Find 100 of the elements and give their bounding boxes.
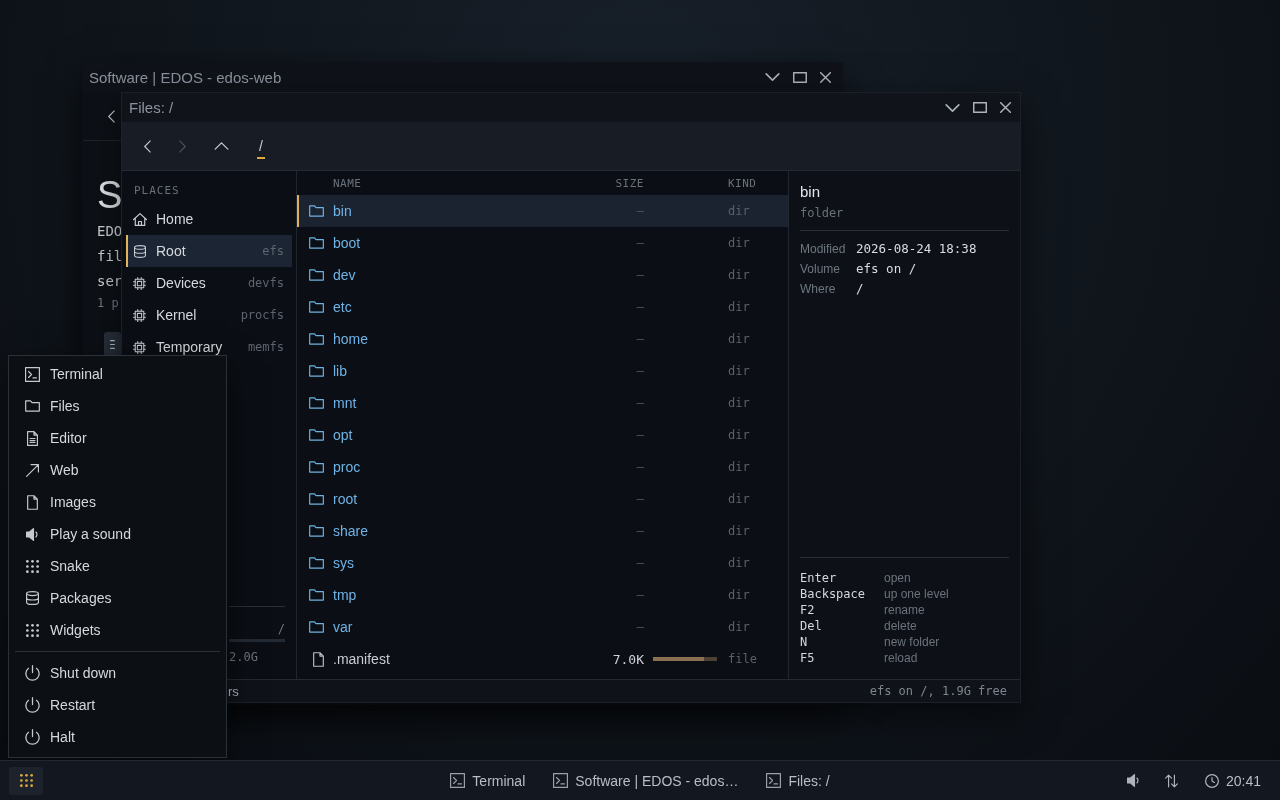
file-row[interactable]: .manifest 7.0K file — [297, 643, 788, 675]
file-row[interactable]: tmp — dir — [297, 579, 788, 611]
size-cell: — — [636, 492, 644, 506]
dots-grid-icon — [19, 774, 33, 787]
terminal-icon — [24, 366, 40, 382]
column-header[interactable]: SIZE — [615, 176, 644, 190]
chevron-down-icon[interactable] — [945, 103, 960, 112]
database-icon — [133, 244, 146, 258]
size-cell: — — [636, 588, 644, 602]
menu-item[interactable]: Terminal — [9, 358, 226, 390]
folder-icon — [309, 301, 324, 313]
file-row[interactable]: dev — dir — [297, 259, 788, 291]
clock-icon — [1204, 773, 1219, 788]
side-button[interactable] — [104, 332, 121, 356]
kind-cell: file — [728, 652, 757, 666]
database-icon — [25, 591, 39, 605]
folder-icon — [309, 493, 324, 505]
menu-item[interactable]: Play a sound — [9, 518, 226, 550]
size-cell: — — [636, 300, 644, 314]
shortcut-key: Del — [800, 618, 884, 634]
task-button[interactable]: Files: / — [764, 768, 832, 793]
folder-icon — [309, 397, 324, 409]
size-cell: — — [636, 204, 644, 218]
place-item[interactable]: Root efs — [126, 235, 292, 267]
menu-item[interactable]: Packages — [9, 582, 226, 614]
name-cell: .manifest — [333, 651, 390, 667]
kind-cell: dir — [728, 524, 750, 538]
house-icon — [132, 212, 147, 226]
size-cell: — — [636, 556, 644, 570]
name-cell: home — [333, 331, 369, 347]
chevron-down-icon[interactable] — [765, 73, 780, 81]
property-value: / — [856, 280, 865, 298]
mount-path: / — [277, 621, 285, 637]
file-row[interactable]: share — dir — [297, 515, 788, 547]
file-row[interactable]: opt — dir — [297, 419, 788, 451]
volume-size: 2.0G — [229, 649, 258, 665]
chip-icon — [133, 340, 146, 354]
menu-item[interactable]: Editor — [9, 422, 226, 454]
speaker-icon[interactable] — [1126, 774, 1139, 787]
menu-item[interactable]: Images — [9, 486, 226, 518]
window-title: Software | EDOS - edos-web — [89, 68, 283, 86]
menu-item[interactable]: Snake — [9, 550, 226, 582]
name-cell: lib — [333, 363, 347, 379]
name-cell: etc — [333, 299, 352, 315]
menu-item[interactable]: Files — [9, 390, 226, 422]
folder-icon — [309, 621, 324, 633]
menu-item[interactable]: Widgets — [9, 614, 226, 646]
place-item[interactable]: Devices devfs — [126, 267, 292, 299]
kind-cell: dir — [728, 588, 750, 602]
name-cell: mnt — [333, 395, 357, 411]
folder-icon — [309, 365, 324, 377]
chip-icon — [133, 276, 146, 290]
file-row[interactable]: etc — dir — [297, 291, 788, 323]
size-cell: — — [636, 620, 644, 634]
file-row[interactable]: lib — dir — [297, 355, 788, 387]
size-cell: 7.0K — [612, 651, 644, 667]
folder-icon — [309, 461, 324, 473]
size-cell: — — [636, 268, 644, 282]
column-header[interactable]: NAME — [333, 176, 564, 190]
shortcut-key: F5 — [800, 650, 884, 666]
chevron-up-icon[interactable] — [214, 142, 229, 150]
page-text: ser — [97, 272, 123, 291]
name-cell: var — [333, 619, 353, 635]
name-cell: share — [333, 523, 369, 539]
column-header[interactable]: KIND — [728, 176, 788, 190]
task-button[interactable]: Software | EDOS - edos… — [551, 768, 741, 793]
file-row[interactable]: root — dir — [297, 483, 788, 515]
property-label: Volume — [800, 261, 842, 278]
chevron-left-icon[interactable] — [108, 109, 115, 123]
file-row[interactable]: var — dir — [297, 611, 788, 643]
path-crumb[interactable]: / — [257, 138, 265, 159]
file-row[interactable]: sys — dir — [297, 547, 788, 579]
file-row[interactable]: mnt — dir — [297, 387, 788, 419]
property-value: 2026-08-24 18:38 — [856, 240, 977, 258]
menu-item[interactable]: Restart — [9, 689, 226, 721]
name-cell: opt — [333, 427, 353, 443]
place-item[interactable]: Home — [126, 203, 292, 235]
close-icon[interactable] — [820, 71, 831, 83]
place-item[interactable]: Kernel procfs — [126, 299, 292, 331]
menu-item[interactable]: Web — [9, 454, 226, 486]
chevron-left-icon[interactable] — [144, 139, 151, 153]
menu-item[interactable]: Halt — [9, 721, 226, 753]
shortcut-key: N — [800, 634, 884, 650]
start-button[interactable] — [9, 766, 43, 795]
chip-icon — [133, 308, 146, 322]
terminal-icon — [766, 773, 782, 788]
file-row[interactable]: bin — dir — [297, 195, 788, 227]
size-cell: — — [636, 396, 644, 410]
arrow-icon — [25, 463, 39, 477]
menu-item[interactable]: Shut down — [9, 657, 226, 689]
size-cell: — — [636, 236, 644, 250]
file-row[interactable]: proc — dir — [297, 451, 788, 483]
file-row[interactable]: home — dir — [297, 323, 788, 355]
close-icon[interactable] — [1000, 102, 1011, 113]
task-button[interactable]: Terminal — [448, 768, 528, 793]
document-icon — [26, 430, 38, 446]
file-row[interactable]: boot — dir — [297, 227, 788, 259]
name-cell: dev — [333, 267, 356, 283]
dots-grid-icon — [25, 623, 39, 637]
up-down-arrows-icon[interactable] — [1164, 773, 1178, 788]
